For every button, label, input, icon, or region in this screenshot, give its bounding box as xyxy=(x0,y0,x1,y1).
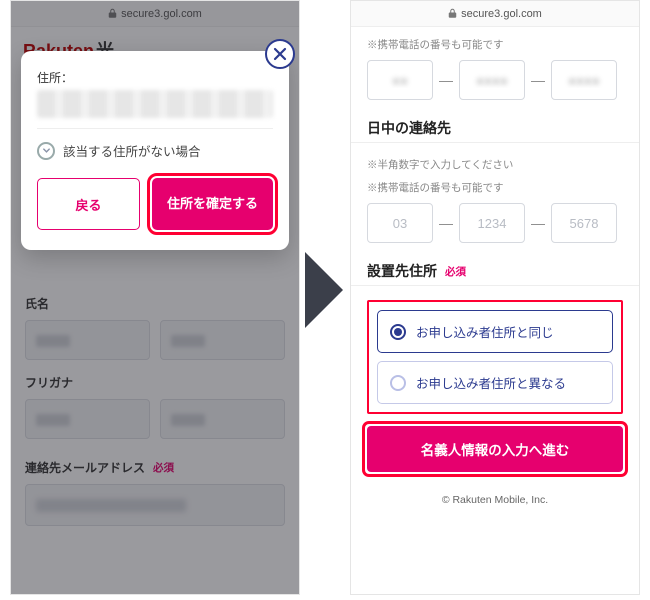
address-radio-group: お申し込み者住所と同じ お申し込み者住所と異なる xyxy=(367,300,623,414)
footer-copyright: © Rakuten Mobile, Inc. xyxy=(367,494,623,506)
left-phone: secure3.gol.com Rakuten光 氏名 フリガナ 連絡先メールア… xyxy=(10,0,300,595)
url-bar: secure3.gol.com xyxy=(351,1,639,27)
lock-icon xyxy=(448,8,457,19)
chevron-down-icon xyxy=(37,142,55,160)
required-badge: 必須 xyxy=(445,264,466,279)
phone2-part1[interactable] xyxy=(367,203,433,243)
phone2-part2[interactable] xyxy=(459,203,525,243)
address-modal: 住所： 該当する住所がない場合 戻る 住所を確定する xyxy=(21,51,289,250)
phone-row-2: — — xyxy=(367,203,623,243)
phone-row-1: — — xyxy=(367,60,623,100)
radio-different-address[interactable]: お申し込み者住所と異なる xyxy=(377,361,613,404)
close-icon[interactable] xyxy=(265,39,295,69)
address-label: 住所： xyxy=(37,69,273,86)
phone1-part1[interactable] xyxy=(367,60,433,100)
hint-mobile-2: ※携帯電話の番号も可能です xyxy=(367,180,623,195)
radio-same-address[interactable]: お申し込み者住所と同じ xyxy=(377,310,613,353)
phone1-part2[interactable] xyxy=(459,60,525,100)
radio-icon xyxy=(390,375,406,391)
right-phone: secure3.gol.com ※携帯電話の番号も可能です — — 日中の連絡先… xyxy=(350,0,640,595)
phone1-part3[interactable] xyxy=(551,60,617,100)
radio-icon xyxy=(390,324,406,340)
no-address-link[interactable]: 該当する住所がない場合 xyxy=(37,141,273,160)
back-button[interactable]: 戻る xyxy=(37,178,140,230)
section-install-address: 設置先住所 xyxy=(367,261,437,281)
hint-mobile: ※携帯電話の番号も可能です xyxy=(367,37,623,52)
phone2-part3[interactable] xyxy=(551,203,617,243)
url-text: secure3.gol.com xyxy=(461,8,542,20)
address-value-redacted xyxy=(37,90,273,118)
arrow-icon xyxy=(303,250,347,335)
proceed-button[interactable]: 名義人情報の入力へ進む xyxy=(367,426,623,472)
section-daytime-contact: 日中の連絡先 xyxy=(367,118,623,138)
confirm-address-button[interactable]: 住所を確定する xyxy=(152,178,273,230)
hint-halfwidth: ※半角数字で入力してください xyxy=(367,157,623,172)
